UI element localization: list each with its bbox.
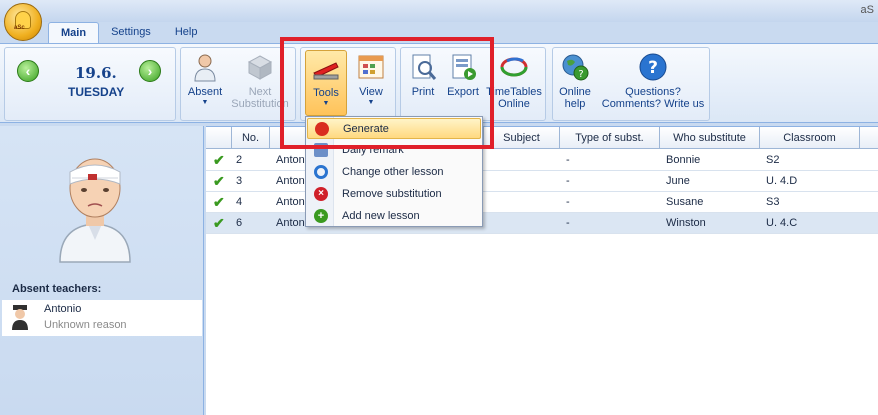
- tab-settings[interactable]: Settings: [99, 22, 163, 44]
- absence-reason: Unknown reason: [44, 319, 127, 331]
- menu-item-generate[interactable]: Generate: [307, 118, 481, 139]
- menu-item-add-new-lesson[interactable]: + Add new lesson: [307, 206, 481, 227]
- date-display: 19.6.: [75, 64, 117, 82]
- asc-logo: aSc: [14, 25, 25, 31]
- export-button[interactable]: Export: [443, 52, 483, 98]
- export-icon: [452, 54, 476, 80]
- globe-help-icon: ?: [562, 54, 589, 81]
- refresh-icon: [314, 165, 328, 179]
- calendar-icon: [358, 55, 384, 79]
- absent-teacher-item[interactable]: Antonio Unknown reason: [2, 300, 202, 336]
- doctor-icon: [194, 54, 216, 82]
- menu-item-daily-remark[interactable]: Daily remark: [307, 140, 481, 161]
- remove-icon: ×: [314, 187, 328, 201]
- stapler-icon: [313, 62, 339, 80]
- weekday-display: TUESDAY: [68, 85, 125, 99]
- absence-group: Absent ▼ Next Substitution: [180, 47, 296, 121]
- checkmark-icon: ✔: [213, 194, 225, 210]
- column-header-who-substitute[interactable]: Who substitute: [660, 127, 760, 149]
- add-icon: +: [314, 209, 328, 223]
- timetables-online-button[interactable]: TimeTables Online: [485, 52, 543, 110]
- column-header-type[interactable]: Type of subst.: [560, 127, 660, 149]
- next-substitution-button[interactable]: Next Substitution: [227, 52, 293, 110]
- left-panel: Absent teachers: Antonio Unknown reason: [0, 126, 204, 415]
- remark-icon: [314, 143, 328, 157]
- absent-button[interactable]: Absent ▼: [185, 52, 225, 106]
- question-icon: ?: [639, 53, 667, 81]
- view-button[interactable]: View ▼: [351, 52, 391, 106]
- ribbon: ‹ 19.6. TUESDAY › Absent ▼ Next Substitu…: [0, 43, 878, 123]
- title-bar: aS: [0, 0, 878, 22]
- svg-text:?: ?: [578, 69, 583, 80]
- previous-day-button[interactable]: ‹: [17, 60, 39, 82]
- print-button[interactable]: Print: [405, 52, 441, 98]
- tools-button[interactable]: Tools ▼: [305, 50, 347, 116]
- checkmark-icon: ✔: [213, 215, 225, 231]
- ribbon-tabs: Main Settings Help: [48, 22, 209, 44]
- help-group: ? Online help ? Questions? Comments? Wri…: [552, 47, 710, 121]
- tab-help[interactable]: Help: [163, 22, 210, 44]
- generate-icon: [315, 122, 329, 136]
- questions-button[interactable]: ? Questions? Comments? Write us: [597, 52, 709, 110]
- chevron-down-icon: ▼: [322, 100, 330, 107]
- chevron-down-icon: ▼: [367, 99, 375, 106]
- tools-dropdown-menu: Generate Daily remark Change other lesso…: [305, 116, 483, 227]
- menu-item-change-other-lesson[interactable]: Change other lesson: [307, 162, 481, 183]
- sync-icon: [500, 57, 528, 77]
- svg-text:?: ?: [648, 58, 658, 78]
- checkmark-icon: ✔: [213, 173, 225, 189]
- app-menu-button[interactable]: aSc: [4, 3, 42, 41]
- absent-teacher-name: Antonio: [44, 303, 82, 315]
- column-header-subject[interactable]: Subject: [484, 127, 560, 149]
- injured-teacher-avatar: [59, 158, 131, 263]
- date-group: ‹ 19.6. TUESDAY ›: [4, 47, 176, 121]
- cube-icon: [247, 55, 273, 80]
- output-group: Print Export TimeTables Online: [400, 47, 546, 121]
- app-title: aS: [860, 4, 874, 16]
- teacher-avatar-icon: [12, 305, 28, 330]
- column-header-no[interactable]: No.: [232, 127, 270, 149]
- column-header-classroom[interactable]: Classroom: [760, 127, 860, 149]
- absent-teachers-label: Absent teachers:: [12, 283, 102, 295]
- chevron-down-icon: ▼: [201, 99, 209, 106]
- menu-item-remove-substitution[interactable]: × Remove substitution: [307, 184, 481, 205]
- tools-group: Tools ▼ View ▼: [300, 47, 396, 121]
- next-day-button[interactable]: ›: [139, 60, 161, 82]
- print-preview-icon: [412, 54, 437, 80]
- column-header-status[interactable]: [206, 127, 232, 149]
- checkmark-icon: ✔: [213, 152, 225, 168]
- tab-main[interactable]: Main: [48, 22, 100, 44]
- online-help-button[interactable]: ? Online help: [555, 52, 595, 110]
